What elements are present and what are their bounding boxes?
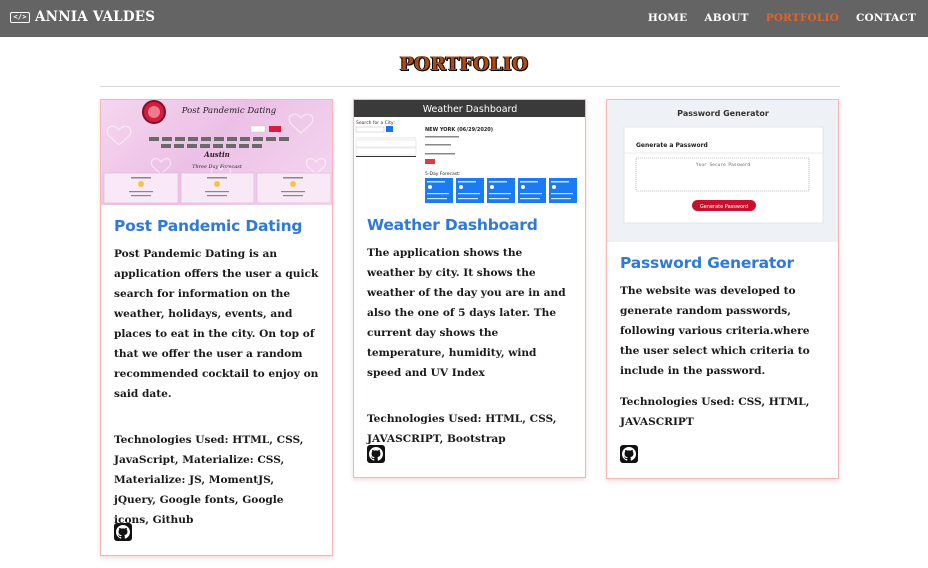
card-technologies: Technologies Used: HTML, CSS, JavaScript…	[114, 434, 304, 526]
card-technologies: Technologies Used: CSS, HTML, JAVASCRIPT	[620, 396, 810, 428]
github-icon[interactable]	[620, 445, 638, 463]
brand-name: ANNIA VALDES	[35, 9, 156, 25]
card-technologies: Technologies Used: HTML, CSS, JAVASCRIPT…	[367, 413, 557, 445]
brand-logo[interactable]: </> ANNIA VALDES	[10, 9, 155, 25]
card-body: Post Pandemic Dating Post Pandemic Datin…	[101, 205, 332, 530]
password-thumb-header: Password Generator	[677, 109, 769, 118]
project-thumbnail[interactable]: Post Pandemic Dating Austin Three Day Fo…	[101, 100, 332, 205]
nav-link-about[interactable]: ABOUT	[704, 12, 748, 24]
dating-app-screenshot: Post Pandemic Dating Austin Three Day Fo…	[103, 100, 332, 204]
weather-app-screenshot: Weather Dashboard Search for a City: NEW…	[354, 100, 585, 203]
card-description: The application shows the weather by cit…	[367, 247, 566, 379]
password-thumb-button: Generate Password	[700, 204, 748, 210]
github-icon[interactable]	[367, 445, 385, 463]
dating-thumb-heading: Post Pandemic Dating	[181, 106, 277, 116]
password-thumb-card-title: Generate a Password	[636, 142, 708, 149]
card-description: The website was developed to generate ra…	[620, 285, 810, 377]
nav-link-home[interactable]: HOME	[648, 12, 688, 24]
card-title[interactable]: Password Generator	[620, 254, 825, 272]
project-thumbnail[interactable]: Password Generator Generate a Password Y…	[607, 100, 838, 242]
page-title: PORTFOLIO	[399, 54, 529, 75]
project-card-password-generator: Password Generator Generate a Password Y…	[606, 99, 839, 479]
title-divider	[100, 86, 840, 87]
project-card-weather-dashboard: Weather Dashboard Search for a City: NEW…	[353, 99, 586, 478]
card-title[interactable]: Weather Dashboard	[367, 216, 572, 234]
nav-link-contact[interactable]: CONTACT	[856, 12, 916, 24]
code-icon: </>	[10, 11, 30, 23]
dating-thumb-city: Austin	[203, 150, 229, 159]
password-app-screenshot: Password Generator Generate a Password Y…	[607, 100, 838, 242]
card-body: Password Generator The website was devel…	[607, 242, 838, 432]
github-icon[interactable]	[114, 523, 132, 541]
nav-link-portfolio[interactable]: PORTFOLIO	[766, 12, 839, 24]
nav-links: HOME ABOUT PORTFOLIO CONTACT	[648, 12, 916, 24]
card-body: Weather Dashboard The application shows …	[354, 204, 585, 449]
project-card-post-pandemic-dating: Post Pandemic Dating Austin Three Day Fo…	[100, 99, 333, 556]
weather-thumb-forecast-label: 5-Day Forecast:	[425, 171, 460, 177]
password-thumb-placeholder: Your Secure Password	[696, 162, 750, 168]
weather-thumb-city: NEW YORK (06/29/2020)	[425, 127, 493, 133]
dating-thumb-subheading: Three Day Forecast	[192, 164, 243, 170]
card-title[interactable]: Post Pandemic Dating	[114, 217, 319, 235]
weather-thumb-search-label: Search for a City:	[356, 120, 395, 126]
navbar: </> ANNIA VALDES HOME ABOUT PORTFOLIO CO…	[0, 0, 928, 37]
card-description: Post Pandemic Dating is an application o…	[114, 248, 319, 400]
project-thumbnail[interactable]: Weather Dashboard Search for a City: NEW…	[354, 100, 585, 204]
weather-thumb-header: Weather Dashboard	[423, 104, 518, 115]
